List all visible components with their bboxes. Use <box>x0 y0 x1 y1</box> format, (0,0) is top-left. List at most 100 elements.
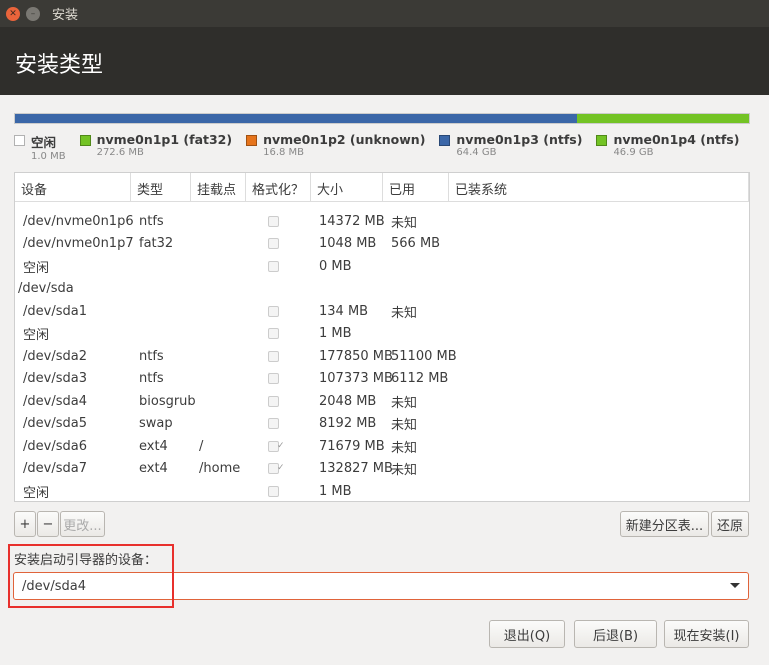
legend-swatch <box>596 135 608 146</box>
cell-device: /dev/nvme0n1p6 <box>23 213 134 229</box>
cell-device: /dev/sda7 <box>23 461 87 477</box>
cell-size: 1 MB <box>319 326 352 342</box>
cell-used: 未知 <box>391 395 418 411</box>
format-checkbox[interactable] <box>268 238 279 250</box>
cell-used: 6112 MB <box>391 371 449 387</box>
format-checkbox[interactable] <box>268 215 279 227</box>
cell-device: /dev/sda3 <box>23 371 87 387</box>
bootloader-device-select[interactable]: /dev/sda4 <box>13 572 749 600</box>
cell-size: 8192 MB <box>319 416 377 432</box>
legend-size: 46.9 GB <box>613 147 654 158</box>
cell-type: ntfs <box>139 371 164 387</box>
partition-segment <box>576 114 749 123</box>
cell-type: biosgrub <box>139 393 196 409</box>
quit-button[interactable]: 退出(Q) <box>489 620 565 648</box>
revert-button[interactable]: 还原 <box>711 511 749 537</box>
back-button[interactable]: 后退(B) <box>574 620 657 648</box>
format-checkbox[interactable] <box>268 305 279 317</box>
bootloader-device-value: /dev/sda4 <box>22 579 86 594</box>
cell-size: 2048 MB <box>319 393 377 409</box>
table-row[interactable]: /dev/sda3 ntfs 107373 MB 6112 MB <box>15 368 749 391</box>
table-row[interactable]: 空闲 1 MB <box>15 323 749 346</box>
new-partition-table-button[interactable]: 新建分区表... <box>620 511 709 537</box>
cell-mount: / <box>199 438 204 454</box>
table-row[interactable]: /dev/sda7 ext4/home ✓ 132827 MB 未知 <box>15 458 749 481</box>
table-row[interactable]: /dev/sda5 swap 8192 MB 未知 <box>15 413 749 436</box>
page-title: 安装类型 <box>0 27 769 95</box>
cell-size: 134 MB <box>319 303 369 319</box>
table-row[interactable]: /dev/sda6 ext4 / ✓ 71679 MB 未知 <box>15 435 749 458</box>
cell-used: 未知 <box>391 305 418 321</box>
cell-device: /dev/sda5 <box>23 416 87 432</box>
partition-bar <box>14 113 750 124</box>
col-format[interactable]: 格式化？ <box>246 173 311 201</box>
legend-item: nvme0n1p4 (ntfs) 46.9 GB <box>596 132 739 162</box>
legend-swatch <box>14 135 25 146</box>
cell-type: fat32 <box>139 236 174 252</box>
cell-used: 未知 <box>391 463 418 479</box>
cell-type: ntfs <box>139 213 164 229</box>
cell-device: 空闲 <box>23 485 50 501</box>
disk-name: /dev/sda <box>18 281 74 297</box>
table-row[interactable]: /dev/nvme0n1p7 fat32 1048 MB 566 MB <box>15 233 749 256</box>
legend-name: nvme0n1p1 (fat32) <box>96 132 233 147</box>
table-row[interactable]: /dev/sda2 ntfs 177850 MB 51100 MB <box>15 345 749 368</box>
add-partition-button[interactable]: + <box>14 511 36 537</box>
format-checkbox[interactable] <box>268 395 279 407</box>
table-row[interactable]: /dev/nvme0n1p6 ntfs 14372 MB 未知 <box>15 210 749 233</box>
partition-legend: 空闲 1.0 MB nvme0n1p1 (fat32) 272.6 MB nvme0n1… <box>14 132 750 162</box>
cell-size: 1 MB <box>319 483 352 499</box>
format-checkbox[interactable] <box>268 350 279 362</box>
table-row[interactable]: /dev/sda <box>15 278 749 301</box>
legend-item: 空闲 1.0 MB <box>14 132 66 162</box>
cell-size: 0 MB <box>319 258 352 274</box>
close-icon[interactable]: ✕ <box>6 6 20 21</box>
format-checkbox[interactable] <box>268 328 279 340</box>
table-header: 设备 类型 挂载点 格式化？ 大小 已用 已装系统 <box>15 173 749 202</box>
table-row[interactable]: /dev/sda4 biosgrub 2048 MB 未知 <box>15 390 749 413</box>
cell-type: ext4 <box>139 461 168 477</box>
install-now-button[interactable]: 现在安装(I) <box>664 620 749 648</box>
window-title: 安装 <box>52 8 79 23</box>
cell-type: ntfs <box>139 348 164 364</box>
col-system[interactable]: 已装系统 <box>449 173 749 201</box>
cell-size: 71679 MB <box>319 438 385 454</box>
legend-name: nvme0n1p4 (ntfs) <box>613 132 740 147</box>
col-device[interactable]: 设备 <box>15 173 131 201</box>
cell-used: 未知 <box>391 440 418 456</box>
minimize-icon[interactable]: – <box>26 6 40 21</box>
cell-size: 132827 MB <box>319 461 393 477</box>
cell-size: 107373 MB <box>319 371 393 387</box>
col-used[interactable]: 已用 <box>383 173 449 201</box>
col-type[interactable]: 类型 <box>131 173 191 201</box>
change-partition-button[interactable]: 更改... <box>60 511 105 537</box>
legend-size: 16.8 MB <box>263 147 305 158</box>
legend-item: nvme0n1p1 (fat32) 272.6 MB <box>79 132 233 162</box>
table-row[interactable]: 空闲 0 MB <box>15 255 749 278</box>
partition-table[interactable]: 设备 类型 挂载点 格式化？ 大小 已用 已装系统 /dev/nvme0n1p6… <box>14 172 750 502</box>
table-row[interactable]: /dev/sda1 134 MB 未知 <box>15 300 749 323</box>
legend-size: 272.6 MB <box>96 147 144 158</box>
col-mount[interactable]: 挂载点 <box>191 173 246 201</box>
format-checkbox[interactable] <box>268 418 279 430</box>
legend-swatch <box>79 135 91 146</box>
format-checkbox[interactable]: ✓ <box>268 440 285 452</box>
cell-device: /dev/nvme0n1p7 <box>23 236 134 252</box>
cell-device: /dev/sda4 <box>23 393 87 409</box>
cell-used: 未知 <box>391 215 418 231</box>
remove-partition-button[interactable]: − <box>37 511 59 537</box>
cell-device: /dev/sda6 <box>23 438 87 454</box>
table-row[interactable]: 空闲 1 MB <box>15 480 749 501</box>
format-checkbox[interactable] <box>268 485 279 497</box>
format-checkbox[interactable] <box>268 373 279 385</box>
legend-size: 64.4 GB <box>456 147 497 158</box>
cell-used: 566 MB <box>391 236 441 252</box>
cell-size: 14372 MB <box>319 213 385 229</box>
format-checkbox[interactable]: ✓ <box>268 463 285 475</box>
format-checkbox[interactable] <box>268 260 279 272</box>
cell-size: 177850 MB <box>319 348 393 364</box>
bootloader-label: 安装启动引导器的设备： <box>14 553 158 568</box>
col-size[interactable]: 大小 <box>311 173 383 201</box>
legend-item: nvme0n1p2 (unknown) 16.8 MB <box>246 132 425 162</box>
cell-size: 1048 MB <box>319 236 377 252</box>
